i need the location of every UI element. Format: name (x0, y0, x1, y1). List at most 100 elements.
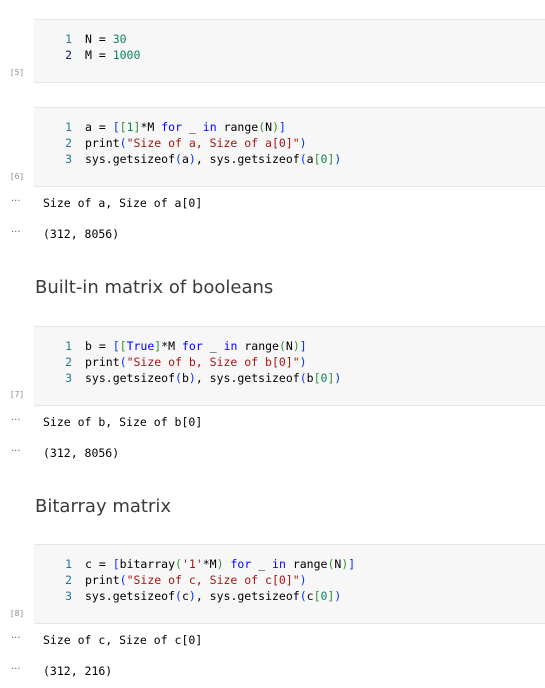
line-number: 3 (65, 589, 72, 603)
code-token: ) (299, 573, 307, 587)
code-token: a (181, 152, 189, 166)
code-token: bitarray (119, 557, 176, 571)
code-token: ( (175, 589, 182, 603)
code-token: ( (119, 355, 127, 369)
code-token: b (181, 371, 189, 385)
cell-output: (312, 8056) (43, 446, 120, 460)
code-text: sys.getsizeof(a), sys.getsizeof(a[0]) (85, 151, 341, 167)
code-token: ) (334, 152, 342, 166)
line-number: 1 (65, 339, 72, 353)
code-token: [ (119, 339, 127, 353)
cell-output: Size of b, Size of b[0] (43, 415, 203, 429)
code-token: ) (292, 339, 300, 353)
code-token: sys.getsizeof (85, 589, 176, 603)
code-text: M = 1000 (85, 47, 140, 63)
code-token: 30 (112, 32, 127, 46)
code-cell-7[interactable]: 1b = [[True]*M for _ in range(N)] 2 print… (34, 326, 545, 406)
code-token: ) (188, 371, 196, 385)
cell-output: (312, 216) (43, 664, 113, 678)
line-number: 2 (65, 136, 72, 150)
code-token: range (237, 339, 279, 353)
code-cell-6[interactable]: 1 a = [[1]*M for _ in range(N)] 2 print ( "S… (34, 107, 545, 187)
code-token: ( (175, 152, 182, 166)
execution-count: [7] (9, 390, 25, 399)
line-number: 2 (65, 573, 72, 587)
code-token: ) (188, 589, 196, 603)
line-number: 1 (65, 557, 72, 571)
line-number: 1 (65, 32, 72, 46)
code-token: [ (313, 152, 321, 166)
code-token: ( (299, 371, 307, 385)
code-token: a = (85, 120, 113, 134)
code-token: print (85, 355, 120, 369)
code-token: , sys.getsizeof (195, 152, 300, 166)
code-text: a = [[1]*M for _ in range(N)] (85, 119, 286, 135)
output-more-icon[interactable]: ··· (11, 446, 21, 457)
code-token: ) (334, 589, 342, 603)
code-token: , sys.getsizeof (195, 371, 300, 385)
code-token: [ (112, 557, 120, 571)
code-token: in (223, 339, 238, 353)
code-token: ( (299, 589, 307, 603)
code-token: in (272, 557, 286, 571)
cell-output: Size of c, Size of c[0] (43, 633, 203, 647)
code-token: "Size of c, Size of c[0]" (126, 573, 300, 587)
code-token: , sys.getsizeof (195, 589, 300, 603)
line-number: 2 (65, 355, 72, 369)
code-token: M = (85, 48, 113, 62)
code-token: for (161, 120, 183, 134)
code-token: [ (313, 589, 321, 603)
line-number: 1 (65, 120, 72, 134)
output-more-icon[interactable]: ··· (11, 227, 21, 238)
code-token: "Size of b, Size of b[0]" (126, 355, 300, 369)
output-more-icon[interactable]: ··· (11, 196, 21, 207)
code-text: c = [bitarray('1'*M) for _ in range(N)] (85, 556, 355, 572)
code-token: True (126, 339, 155, 353)
code-token: _ (202, 339, 224, 353)
code-token: b = (85, 339, 113, 353)
code-token: ) (299, 136, 307, 150)
code-token: in (202, 120, 217, 134)
output-more-icon[interactable]: ··· (11, 415, 21, 426)
execution-count: [8] (9, 609, 25, 618)
line-number: 2 (65, 48, 72, 62)
execution-count: [5] (9, 68, 25, 77)
code-token: sys.getsizeof (85, 371, 176, 385)
code-token: '1' (181, 557, 203, 571)
code-token: ] (299, 339, 307, 353)
code-token: c = (85, 557, 113, 571)
code-token: sys.getsizeof (85, 152, 176, 166)
code-token: ) (299, 355, 307, 369)
code-token: _ (251, 557, 273, 571)
code-token: c (306, 589, 314, 603)
code-token: [ (119, 120, 127, 134)
code-token: ) (272, 120, 280, 134)
code-token: b (306, 371, 314, 385)
markdown-heading: Built-in matrix of booleans (35, 277, 274, 298)
code-token: ) (216, 557, 224, 571)
code-token: print (85, 573, 120, 587)
code-token: ( (299, 152, 307, 166)
output-more-icon[interactable]: ··· (11, 633, 21, 644)
code-text: N = 30 (85, 31, 127, 47)
cell-output: Size of a, Size of a[0] (43, 196, 203, 210)
code-token: for (182, 339, 203, 353)
output-more-icon[interactable]: ··· (11, 664, 21, 675)
code-token: ( (119, 573, 127, 587)
code-token: ( (175, 371, 182, 385)
code-cell-5[interactable]: 1 N = 30 2 M = 1000 (34, 19, 545, 83)
code-token: "Size of a, Size of a[0]" (126, 136, 300, 150)
code-text: print("Size of b, Size of b[0]") (85, 354, 307, 370)
code-token: [ (112, 339, 120, 353)
code-text: print("Size of c, Size of c[0]") (85, 572, 307, 588)
code-token: range (285, 557, 328, 571)
code-cell-8[interactable]: 1 c = [bitarray('1'*M) for _ in range(N)]… (34, 544, 545, 624)
code-token: print (85, 136, 120, 150)
code-token: _ (182, 120, 203, 134)
code-token: ] (348, 557, 356, 571)
code-token: c (181, 589, 189, 603)
code-token: range (216, 120, 259, 134)
markdown-heading: Bitarray matrix (35, 496, 172, 517)
code-token: N (285, 339, 293, 353)
code-token: *M (140, 120, 162, 134)
